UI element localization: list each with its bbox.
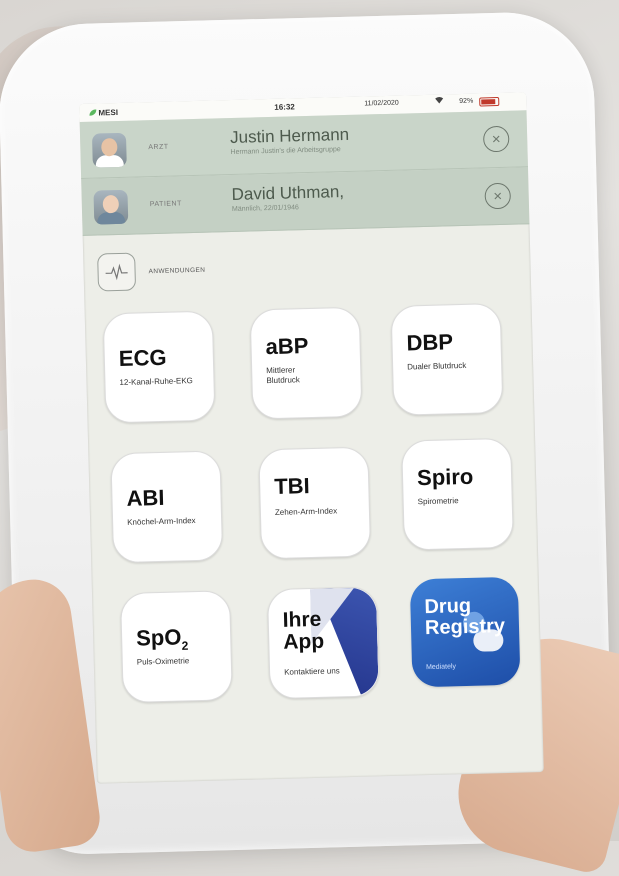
app-title: aBP [265, 333, 309, 360]
app-tile-drug-registry[interactable]: Drug Registry Mediately [409, 576, 521, 688]
apps-header: ANWENDUNGEN [83, 224, 531, 296]
app-desc: Dualer Blutdruck [407, 360, 467, 372]
app-desc: Zehen-Arm-Index [274, 506, 338, 517]
battery-percent: 92% [459, 97, 474, 106]
patient-subtitle: Männlich, 22/01/1946 [231, 204, 299, 214]
patient-close-icon[interactable]: × [484, 182, 512, 210]
app-title: Spiro [416, 463, 474, 491]
app-desc: Knöchel-Arm-Index [127, 516, 196, 527]
status-time: 16:32 [274, 102, 295, 112]
doctor-subtitle: Hermann Justin's die Arbeitsgruppe [230, 146, 341, 157]
patient-role-label: PATIENT [149, 200, 182, 209]
app-tile-tbi[interactable]: TBI Zehen-Arm-Index [258, 446, 372, 560]
leaf-icon [89, 109, 97, 116]
brand-logo: MESI [89, 107, 118, 117]
app-desc: Puls-Oximetrie [136, 656, 190, 667]
patient-name: David Uthman, [231, 182, 345, 205]
app-tile-abi[interactable]: ABI Knöchel-Arm-Index [110, 450, 224, 564]
app-title: ECG [118, 344, 167, 372]
doctor-role-label: ARZT [148, 143, 169, 152]
app-title: TBI [273, 473, 311, 499]
doctor-name: Justin Hermann [229, 124, 350, 148]
app-tile-your-app[interactable]: Ihre App Kontaktiere uns [266, 586, 380, 700]
tablet-screen: MESI 16:32 11/02/2020 92% ARZT Justin He… [79, 92, 544, 784]
app-title: Drug Registry [424, 594, 506, 640]
apps-section-label: ANWENDUNGEN [148, 266, 206, 276]
doctor-close-icon[interactable]: × [482, 125, 510, 153]
status-date: 11/02/2020 [364, 99, 399, 108]
heartbeat-icon[interactable] [97, 252, 137, 292]
app-tile-spo2[interactable]: SpO2 Puls-Oximetrie [119, 590, 233, 704]
app-title: SpO2 [135, 624, 189, 653]
app-desc: Mittlerer Blutdruck [266, 365, 300, 386]
app-desc: 12-Kanal-Ruhe-EKG [119, 376, 193, 388]
wifi-icon [434, 96, 444, 106]
app-title: DBP [406, 329, 454, 356]
doctor-avatar [91, 132, 127, 168]
app-tile-abp[interactable]: aBP Mittlerer Blutdruck [249, 306, 363, 420]
app-desc: Spirometrie [417, 496, 459, 507]
battery-icon [479, 96, 500, 107]
patient-avatar [93, 189, 129, 225]
app-desc: Mediately [425, 663, 457, 672]
app-title: Ihre App [282, 607, 325, 654]
brand-name: MESI [98, 107, 119, 117]
app-tile-ecg[interactable]: ECG 12-Kanal-Ruhe-EKG [102, 310, 216, 424]
app-tile-spiro[interactable]: Spiro Spirometrie [401, 437, 514, 551]
app-tile-dbp[interactable]: DBP Dualer Blutdruck [390, 303, 504, 416]
app-title: ABI [126, 484, 165, 511]
